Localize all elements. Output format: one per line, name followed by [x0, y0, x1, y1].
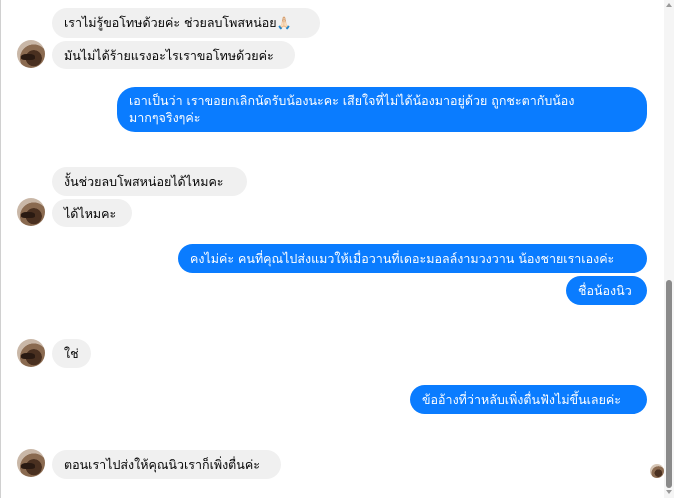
message-thread: เราไม่รู้ขอโทษด้วยค่ะ ช่วยลบโพสหน่อย🙏🏻 ม… [0, 0, 664, 498]
message-text: ข้ออ้างที่ว่าหลับเพิ่งตื่นฟังไม่ขึ้นเลยค… [422, 392, 621, 407]
contact-avatar[interactable] [17, 40, 45, 68]
message-incoming[interactable]: ตอนเราไปส่งให้คุณนิวเราก็เพิ่งตื่นค่ะ [52, 450, 281, 479]
scroll-up-arrow-icon[interactable] [666, 3, 672, 7]
message-incoming[interactable]: มันไม่ได้ร้ายแรงอะไรเราขอโทษด้วยค่ะ [52, 41, 295, 69]
message-text-line: มากๆจริงๆค่ะ [129, 110, 201, 125]
message-outgoing[interactable]: ข้ออ้างที่ว่าหลับเพิ่งตื่นฟังไม่ขึ้นเลยค… [410, 385, 647, 414]
message-text: ชื่อน้องนิว [578, 283, 632, 298]
message-text: คงไม่ค่ะ คนที่คุณไปส่งแมวให้เมื่อวานที่เ… [190, 251, 615, 266]
message-outgoing[interactable]: เอาเป็นว่า เราขอยกเลิกนัดรับน้องนะคะ เสี… [117, 87, 647, 132]
message-text: งั้นช่วยลบโพสหน่อยได้ไหมคะ [64, 174, 224, 189]
contact-avatar[interactable] [17, 198, 45, 226]
message-outgoing[interactable]: ชื่อน้องนิว [566, 276, 647, 305]
message-incoming[interactable]: เราไม่รู้ขอโทษด้วยค่ะ ช่วยลบโพสหน่อย🙏🏻 [52, 8, 320, 38]
message-text: ได้ไหมคะ [64, 206, 117, 221]
message-outgoing[interactable]: คงไม่ค่ะ คนที่คุณไปส่งแมวให้เมื่อวานที่เ… [178, 244, 647, 273]
scroll-down-arrow-icon[interactable] [666, 490, 672, 494]
message-text-line: เอาเป็นว่า เราขอยกเลิกนัดรับน้องนะคะ เสี… [129, 93, 575, 108]
message-text: ตอนเราไปส่งให้คุณนิวเราก็เพิ่งตื่นค่ะ [64, 457, 260, 472]
message-text: ใช่ [64, 346, 79, 361]
pray-emoji-icon: 🙏🏻 [276, 16, 292, 30]
message-text: เราไม่รู้ขอโทษด้วยค่ะ ช่วยลบโพสหน่อย [64, 15, 277, 30]
scrollbar-thumb[interactable] [666, 280, 672, 488]
contact-avatar-seen-icon [650, 464, 664, 478]
contact-avatar[interactable] [17, 339, 45, 367]
message-incoming[interactable]: ได้ไหมคะ [52, 199, 132, 227]
contact-avatar[interactable] [17, 449, 45, 477]
message-text: มันไม่ได้ร้ายแรงอะไรเราขอโทษด้วยค่ะ [64, 48, 274, 63]
scrollbar[interactable] [664, 0, 674, 498]
message-incoming[interactable]: ใช่ [52, 339, 91, 368]
message-incoming[interactable]: งั้นช่วยลบโพสหน่อยได้ไหมคะ [52, 167, 247, 196]
